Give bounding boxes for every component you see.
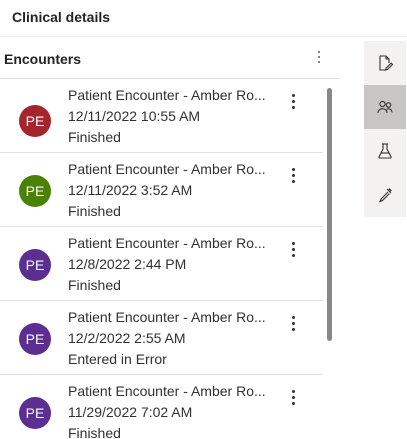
encounter-datetime: 12/8/2022 2:44 PM [68,256,187,272]
encounters-panel: Encounters PE Patient Encounter - Amber … [0,38,340,439]
encounter-title: Patient Encounter - Amber Ro... [68,87,266,103]
item-more-button[interactable] [283,165,303,185]
encounter-title: Patient Encounter - Amber Ro... [68,309,266,325]
encounter-title: Patient Encounter - Amber Ro... [68,235,266,251]
flask-icon [378,143,392,159]
more-vertical-icon [291,167,295,183]
item-more-button[interactable] [283,91,303,111]
panel-title: Encounters [4,51,82,67]
avatar: PE [19,323,51,355]
encounters-list[interactable]: PE Patient Encounter - Amber Ro... 12/11… [0,79,323,439]
list-item[interactable]: PE Patient Encounter - Amber Ro... 12/11… [0,79,323,153]
divider [0,36,407,37]
encounter-status: Entered in Error [68,351,167,367]
list-item[interactable]: PE Patient Encounter - Amber Ro... 12/11… [0,153,323,227]
people-icon [377,100,393,114]
encounter-datetime: 11/29/2022 7:02 AM [68,404,193,420]
encounters-header: Encounters [0,38,340,78]
encounter-datetime: 12/11/2022 3:52 AM [68,182,193,198]
encounter-status: Finished [68,203,121,219]
avatar: PE [19,397,51,429]
side-rail [364,41,406,217]
panel-more-button[interactable] [309,47,329,67]
item-more-button[interactable] [283,313,303,333]
item-more-button[interactable] [283,239,303,259]
item-more-button[interactable] [283,387,303,407]
scrollbar-thumb[interactable] [327,88,332,341]
rail-button-people[interactable] [364,85,406,129]
encounter-title: Patient Encounter - Amber Ro... [68,161,266,177]
encounter-datetime: 12/11/2022 10:55 AM [68,108,201,124]
list-item[interactable]: PE Patient Encounter - Amber Ro... 12/8/… [0,227,323,301]
more-vertical-icon [291,241,295,257]
list-item[interactable]: PE Patient Encounter - Amber Ro... 12/2/… [0,301,323,375]
more-vertical-icon [291,315,295,331]
avatar: PE [19,249,51,281]
more-vertical-icon [291,93,295,109]
encounter-status: Finished [68,425,121,439]
encounter-status: Finished [68,277,121,293]
rail-button-document-edit[interactable] [364,41,406,85]
rail-button-flask[interactable] [364,129,406,173]
more-vertical-icon [291,389,295,405]
avatar: PE [19,105,51,137]
encounter-status: Finished [68,129,121,145]
avatar: PE [19,175,51,207]
rail-button-dropper[interactable] [364,173,406,217]
more-vertical-icon [318,51,320,63]
document-edit-icon [379,55,394,71]
encounter-datetime: 12/2/2022 2:55 AM [68,330,186,346]
list-item[interactable]: PE Patient Encounter - Amber Ro... 11/29… [0,375,323,439]
encounter-title: Patient Encounter - Amber Ro... [68,383,266,399]
section-title: Clinical details [12,9,111,25]
dropper-icon [379,188,392,203]
